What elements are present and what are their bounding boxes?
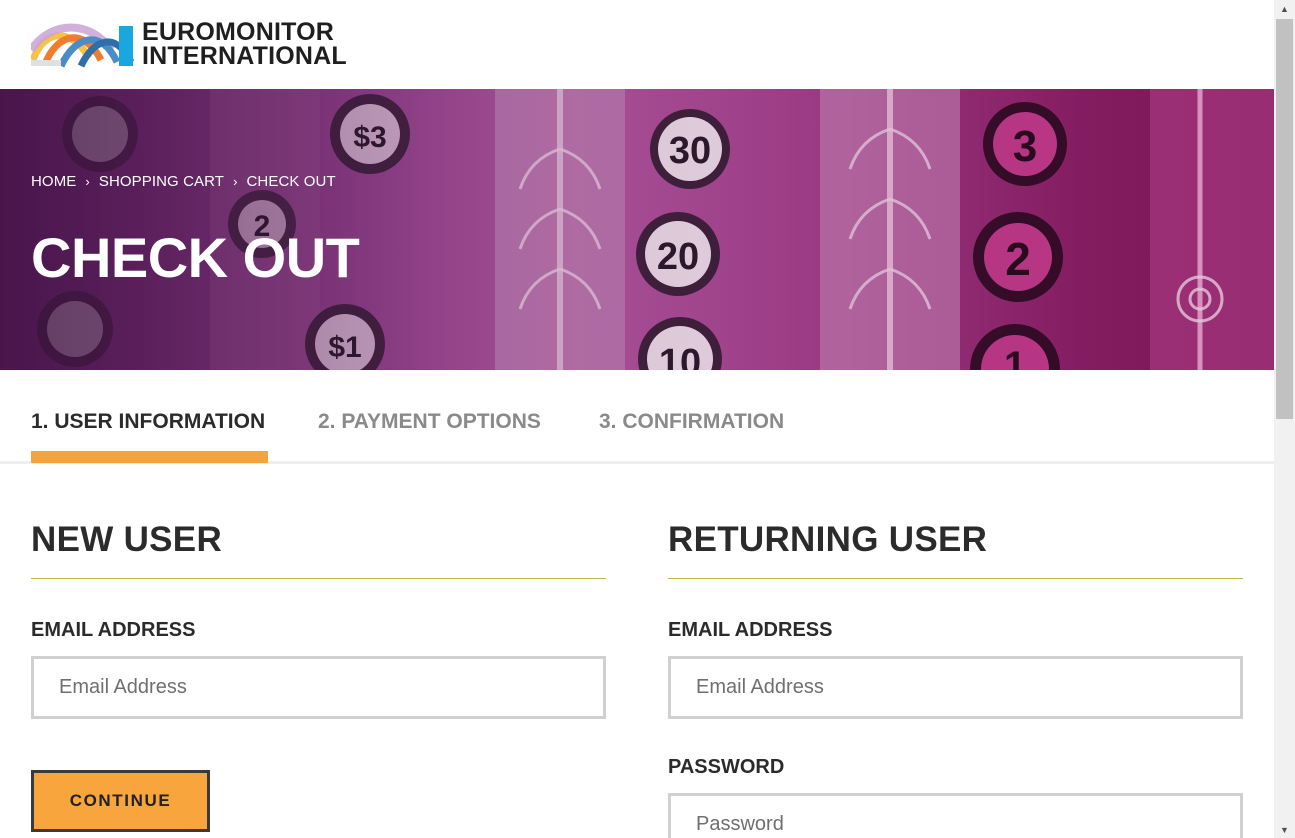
page-title: CHECK OUT [31,226,360,289]
breadcrumb-shopping-cart-link[interactable]: SHOPPING CART [99,173,224,190]
hero-banner: 30 20 10 3 2 1 $3 [0,89,1274,370]
checkout-steps: 1. USER INFORMATION 2. PAYMENT OPTIONS 3… [0,370,1274,464]
scrollbar-thumb[interactable] [1276,19,1293,419]
chevron-right-icon: › [85,174,90,189]
new-user-email-label: EMAIL ADDRESS [31,619,196,641]
site-header: EUROMONITOR INTERNATIONAL [0,0,1274,89]
step-user-information[interactable]: 1. USER INFORMATION [31,410,265,434]
chevron-right-icon: › [233,174,238,189]
arrow-up-icon[interactable]: ▲ [1274,0,1295,17]
euromonitor-logo[interactable]: EUROMONITOR INTERNATIONAL [31,18,347,70]
returning-user-email-input[interactable] [668,656,1243,719]
password-label: PASSWORD [668,756,785,778]
continue-button[interactable]: CONTINUE [31,770,210,832]
new-user-title: NEW USER [31,520,606,579]
logo-rainbow-icon [31,23,134,68]
returning-user-section: RETURNING USER EMAIL ADDRESS PASSWORD [668,520,1243,838]
new-user-section: NEW USER EMAIL ADDRESS CONTINUE [31,520,606,832]
breadcrumb-current: CHECK OUT [246,173,336,190]
returning-user-title: RETURNING USER [668,520,1243,579]
logo-line-1: EUROMONITOR [142,18,335,46]
step-confirmation[interactable]: 3. CONFIRMATION [599,410,784,434]
breadcrumb-home-link[interactable]: HOME [31,173,76,190]
password-input[interactable] [668,793,1243,838]
logo-text: EUROMONITOR INTERNATIONAL [142,18,347,70]
returning-user-email-label: EMAIL ADDRESS [668,619,833,641]
new-user-email-input[interactable] [31,656,606,719]
breadcrumb: HOME › SHOPPING CART › CHECK OUT [31,173,336,190]
active-step-indicator [31,451,268,463]
step-payment-options[interactable]: 2. PAYMENT OPTIONS [318,410,541,434]
arrow-down-icon[interactable]: ▼ [1274,821,1295,838]
page-scrollbar[interactable]: ▲ ▼ [1274,0,1295,838]
logo-line-2: INTERNATIONAL [142,42,347,70]
